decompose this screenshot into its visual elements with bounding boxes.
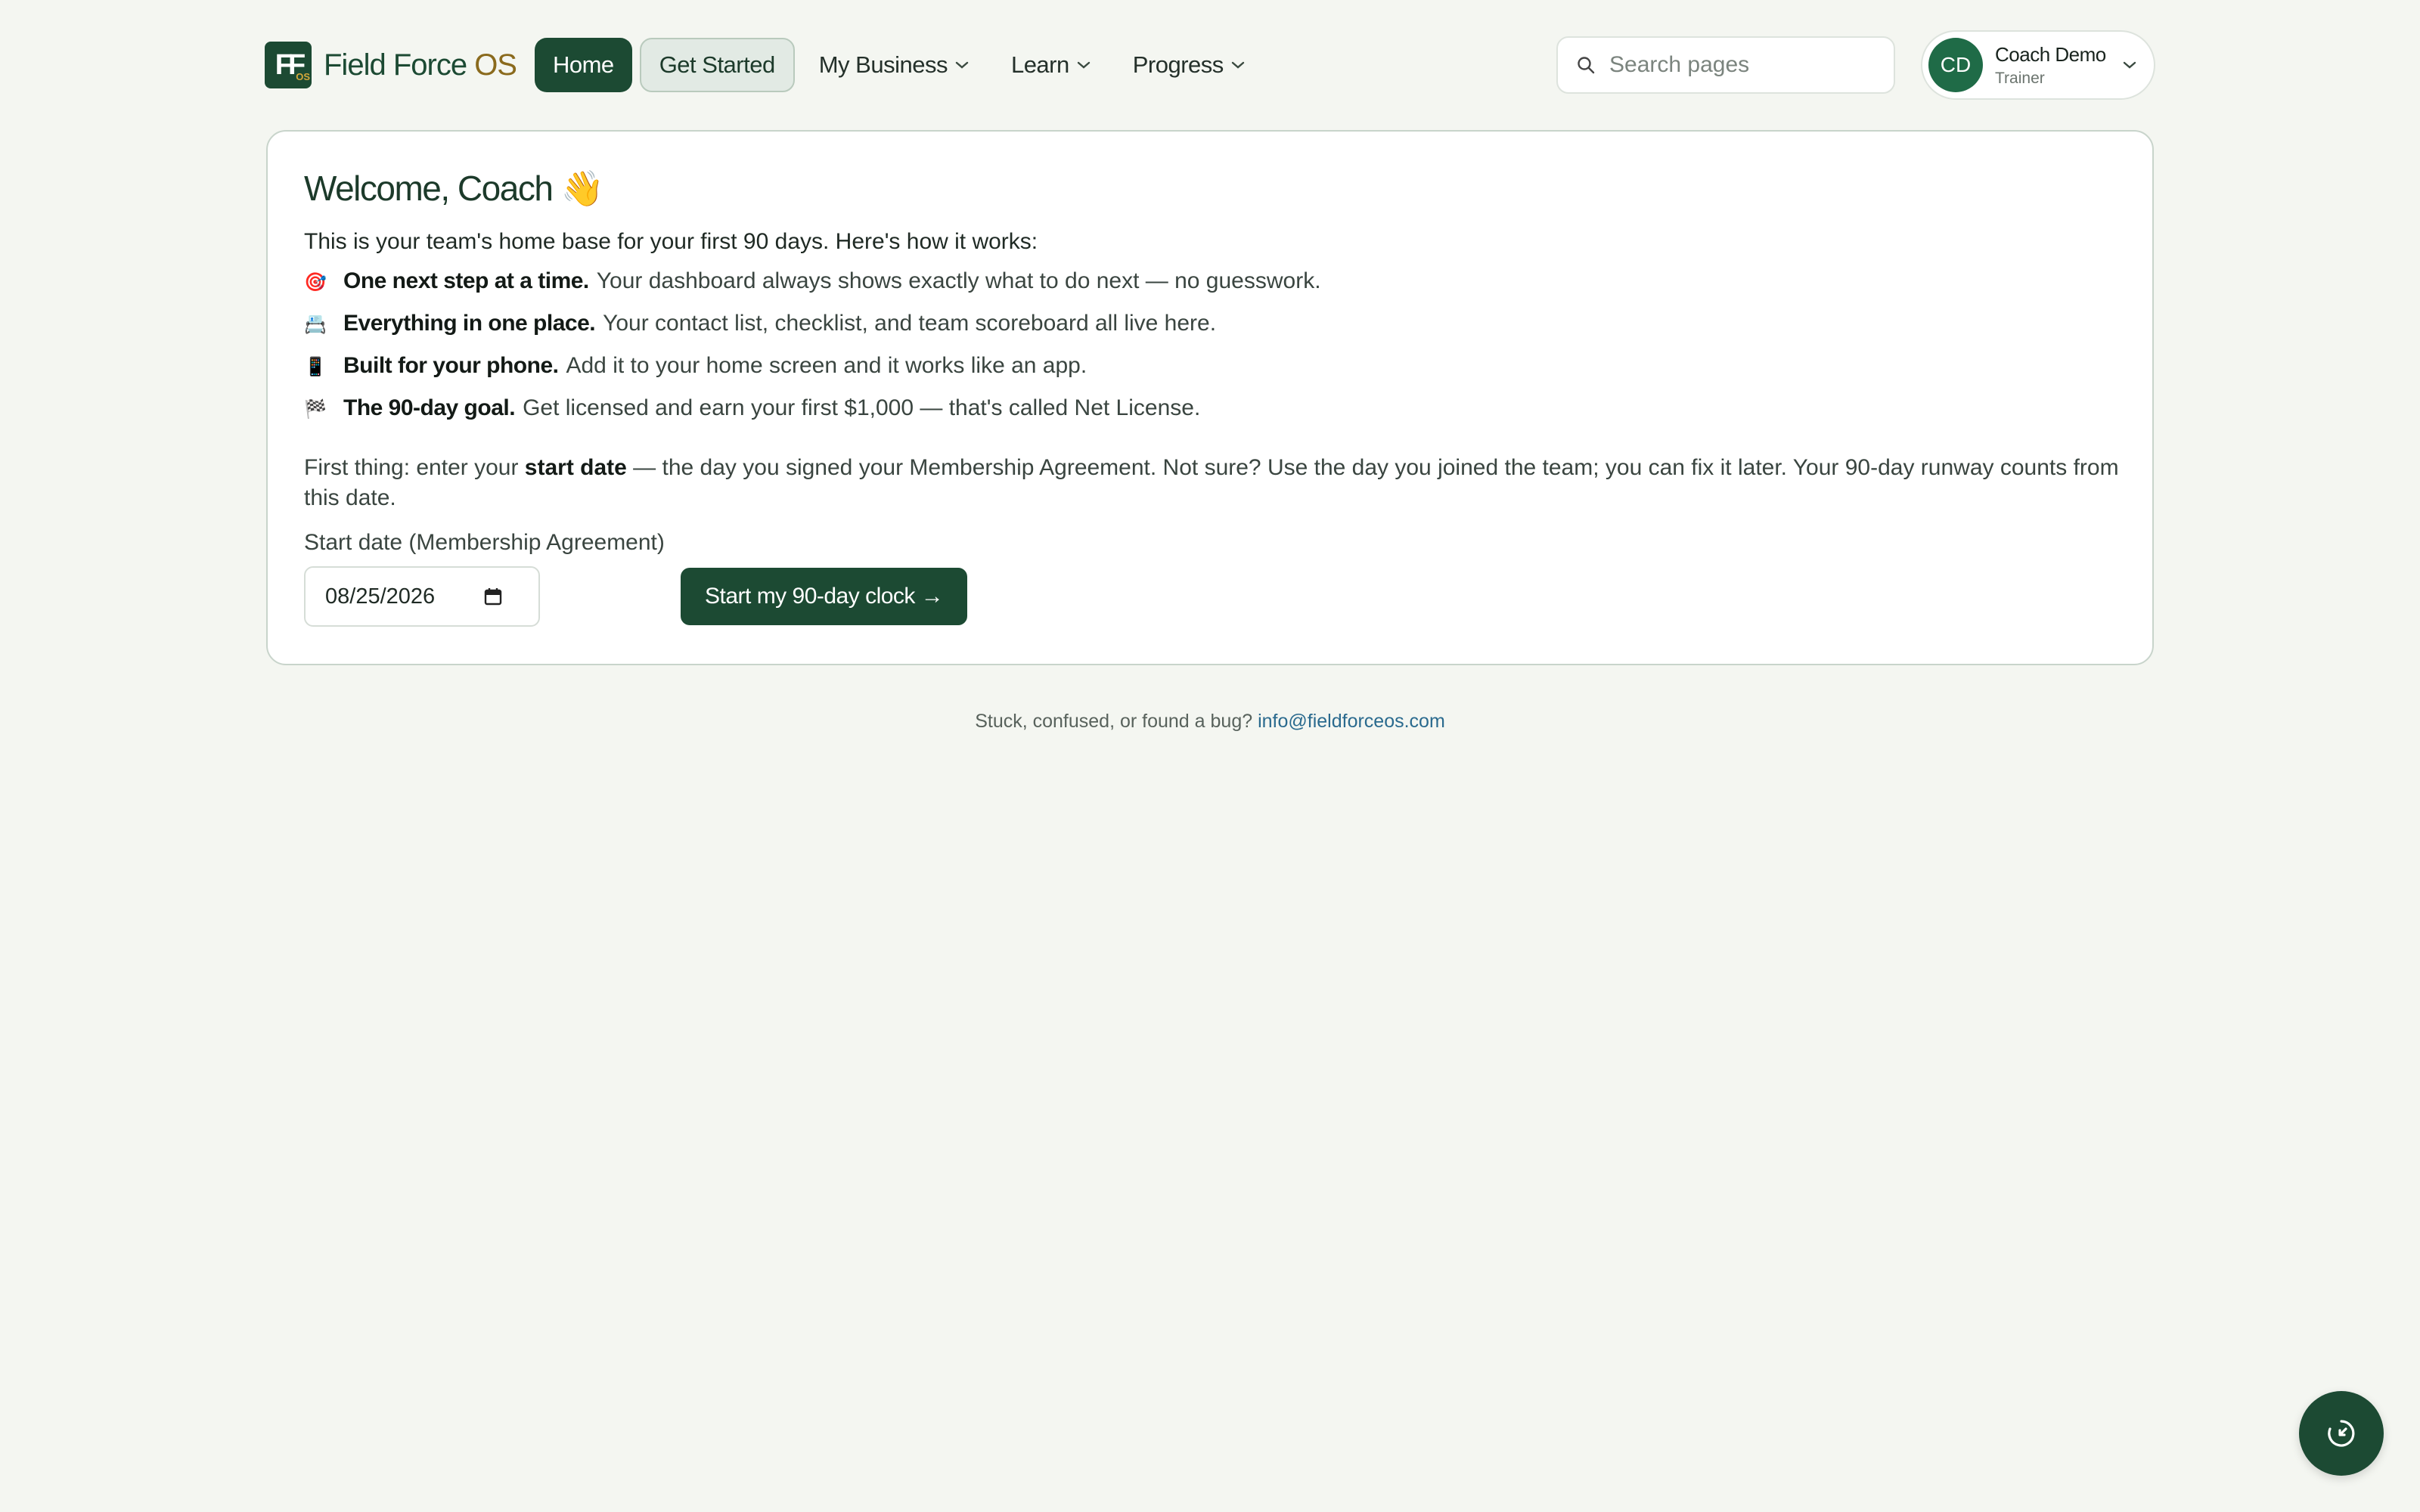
chevron-down-icon [955,61,969,69]
nav-progress-label: Progress [1132,51,1224,78]
floating-action-button[interactable] [2299,1391,2384,1476]
nav-progress[interactable]: Progress [1115,38,1263,92]
brand-name-main: Field Force [324,48,467,82]
nav-learn-label: Learn [1010,51,1069,78]
nav-home[interactable]: Home [534,38,632,92]
list-item-bold: Everything in one place. [343,311,596,336]
avatar: CD [1928,38,1983,92]
instructions-pre: First thing: enter your [304,455,525,480]
wave-icon: 👋 [560,169,604,208]
logo: FF OS [265,42,312,88]
list-item-bold: Built for your phone. [343,353,559,378]
nav-get-started[interactable]: Get Started [639,38,795,92]
welcome-title: Welcome, Coach [304,169,554,208]
list-item-text: Your dashboard always shows exactly what… [596,268,1321,293]
start-date-row: 08/25/2026 Start my 90-day clock → [304,566,2116,627]
target-icon: 🎯 [304,272,327,293]
top-nav: FF OS Field Force OS Home Get Started My… [265,30,2155,100]
checkered-flag-icon: 🏁 [304,399,327,420]
instructions-bold: start date [524,455,627,480]
list-item: 📇 Everything in one place. Your contact … [304,311,2116,353]
page-title: Welcome, Coach 👋 [304,168,2116,209]
list-item-bold: One next step at a time. [343,268,589,293]
nav-my-business-label: My Business [818,51,948,78]
list-item: 🎯 One next step at a time. Your dashboar… [304,268,2116,311]
footer: Stuck, confused, or found a bug? info@fi… [0,711,2420,733]
search-input[interactable] [1609,52,1866,78]
list-item: 🏁 The 90-day goal. Get licensed and earn… [304,395,2116,438]
welcome-card: Welcome, Coach 👋 This is your team's hom… [266,130,2154,665]
search-icon [1578,57,1595,74]
list-item-text: Add it to your home screen and it works … [566,353,1087,378]
user-name: Coach Demo [1995,42,2106,66]
start-clock-button[interactable]: Start my 90-day clock → [681,568,968,625]
chevron-down-icon [2123,61,2136,69]
footer-text: Stuck, confused, or found a bug? [975,711,1258,732]
user-role: Trainer [1995,69,2045,87]
brand[interactable]: FF OS Field Force OS [265,30,517,100]
phone-icon: 📱 [304,357,327,377]
user-info: Coach Demo Trainer [1995,43,2106,88]
intro-text: This is your team's home base for your f… [304,229,1038,254]
list-item-text: Your contact list, checklist, and team s… [603,311,1217,336]
card-index-icon: 📇 [304,314,327,335]
start-date-value: 08/25/2026 [325,584,436,609]
start-date-instructions: First thing: enter your start date — the… [304,453,2119,513]
list-item-bold: The 90-day goal. [343,395,516,420]
nav-my-business[interactable]: My Business [801,38,987,92]
user-menu[interactable]: CD Coach Demo Trainer [1921,30,2155,100]
start-date-field[interactable]: 08/25/2026 [304,566,540,627]
feature-list: 🎯 One next step at a time. Your dashboar… [304,268,2116,438]
history-icon [2328,1420,2355,1447]
chevron-down-icon [1231,61,1244,69]
list-item: 📱 Built for your phone. Add it to your h… [304,353,2116,395]
search-box[interactable] [1556,36,1895,94]
list-item-text: Get licensed and earn your first $1,000 … [523,395,1201,420]
nav-learn[interactable]: Learn [993,38,1109,92]
brand-name: Field Force OS [324,48,517,82]
chevron-down-icon [1077,61,1090,69]
brand-name-accent: OS [474,48,517,82]
logo-sub: OS [296,71,310,82]
start-date-label: Start date (Membership Agreement) [304,530,665,555]
calendar-icon[interactable] [483,587,503,606]
support-email-link[interactable]: info@fieldforceos.com [1258,711,1445,732]
